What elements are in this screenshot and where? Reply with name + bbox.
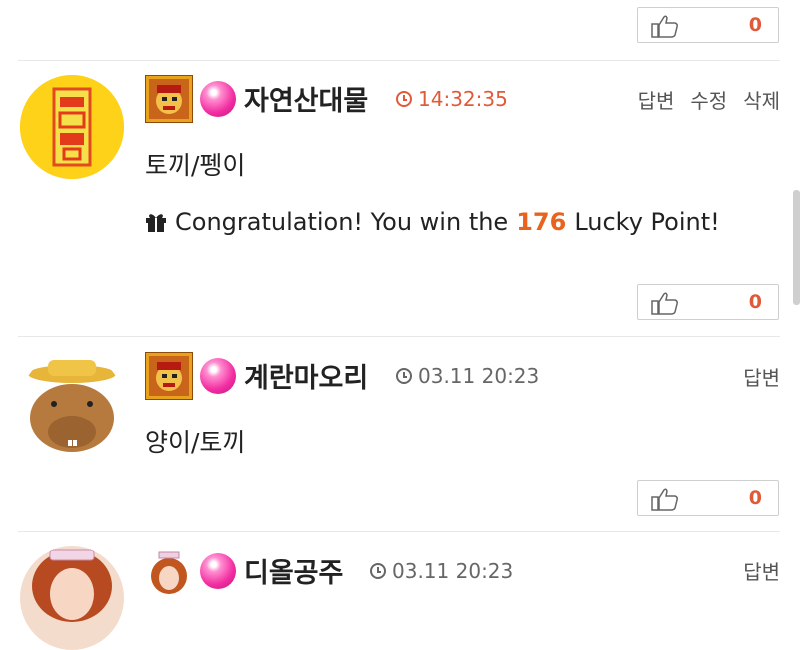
- like-count: 0: [748, 291, 762, 313]
- like-button[interactable]: 0: [637, 480, 779, 516]
- timestamp: 03.11 20:23: [370, 559, 513, 583]
- clock-icon: [396, 368, 412, 384]
- reply-button[interactable]: 답변: [743, 362, 780, 391]
- like-button[interactable]: 0: [637, 7, 779, 43]
- timestamp: 14:32:35: [396, 87, 508, 111]
- nickname[interactable]: 자연산대물: [244, 79, 368, 118]
- level-badge-icon: [145, 352, 193, 400]
- avatar[interactable]: [20, 352, 124, 456]
- nickname[interactable]: 디올공주: [244, 551, 343, 590]
- scrollbar[interactable]: [793, 190, 800, 305]
- like-count: 0: [748, 487, 762, 509]
- divider: [18, 336, 780, 337]
- comment-actions: 답변: [743, 362, 780, 391]
- like-button[interactable]: 0: [637, 284, 779, 320]
- gift-icon: [146, 214, 166, 232]
- avatar[interactable]: [20, 546, 124, 650]
- nickname[interactable]: 계란마오리: [244, 356, 368, 395]
- level-badge-icon: [145, 75, 193, 123]
- pink-orb-icon: [200, 358, 236, 394]
- like-count: 0: [748, 14, 762, 36]
- thumbs-up-icon: [651, 292, 678, 315]
- reply-button[interactable]: 답변: [743, 556, 780, 585]
- timestamp: 03.11 20:23: [396, 364, 539, 388]
- clock-icon: [370, 563, 386, 579]
- pink-orb-icon: [200, 81, 236, 117]
- comment-text: 양이/토끼: [145, 428, 246, 457]
- comment-actions: 답변 수정 삭제: [638, 85, 780, 114]
- lucky-point-message: Congratulation! You win the 176 Lucky Po…: [145, 208, 720, 236]
- reply-button[interactable]: 답변: [638, 85, 675, 114]
- talisman-avatar-image: [20, 75, 124, 179]
- clock-icon: [396, 91, 412, 107]
- divider: [18, 531, 780, 532]
- comment-actions: 답변: [743, 556, 780, 585]
- delete-button[interactable]: 삭제: [743, 85, 780, 114]
- divider: [18, 60, 780, 61]
- capybara-avatar-image: [28, 360, 116, 452]
- comment-text: 토끼/펭이: [145, 151, 246, 180]
- character-badge-icon: [145, 546, 193, 594]
- edit-button[interactable]: 수정: [690, 85, 727, 114]
- thumbs-up-icon: [651, 15, 678, 38]
- avatar[interactable]: [20, 75, 124, 179]
- thumbs-up-icon: [651, 488, 678, 511]
- princess-avatar-image: [32, 549, 112, 622]
